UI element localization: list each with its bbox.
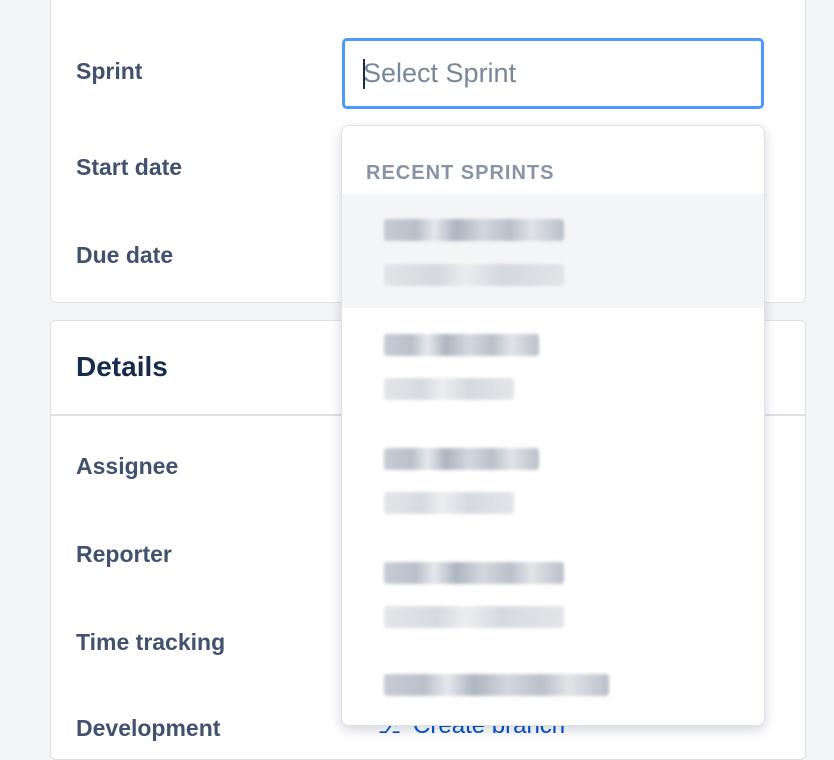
sprint-option[interactable] [342,650,764,725]
time-tracking-label: Time tracking [76,629,226,655]
sprint-label: Sprint [76,58,143,84]
sprint-option-name-redacted [384,562,564,584]
development-label: Development [76,715,221,741]
start-date-label: Start date [76,154,183,180]
sprint-option-name-redacted [384,448,539,470]
assignee-label: Assignee [76,453,179,479]
sprint-option-name-redacted [384,334,539,356]
sprint-option[interactable] [342,308,764,422]
sprint-option[interactable] [342,194,764,308]
sprint-option[interactable] [342,536,764,650]
sprint-option-name-redacted [384,674,609,696]
sprint-option-dates-redacted [384,492,514,514]
sprint-option-name-redacted [384,219,564,241]
text-caret [363,59,365,89]
sprint-dropdown-menu: RECENT SPRINTS [341,125,765,726]
recent-sprints-heading: RECENT SPRINTS [366,162,555,184]
sprint-search-input[interactable] [345,41,761,106]
sprint-select[interactable] [342,38,764,109]
reporter-label: Reporter [76,541,172,567]
sprint-option-dates-redacted [384,606,564,628]
sprint-option[interactable] [342,422,764,536]
page-edge [808,0,834,736]
sprint-option-dates-redacted [384,378,514,400]
due-date-label: Due date [76,242,174,268]
details-title: Details [76,351,168,382]
sprint-option-dates-redacted [384,264,564,286]
